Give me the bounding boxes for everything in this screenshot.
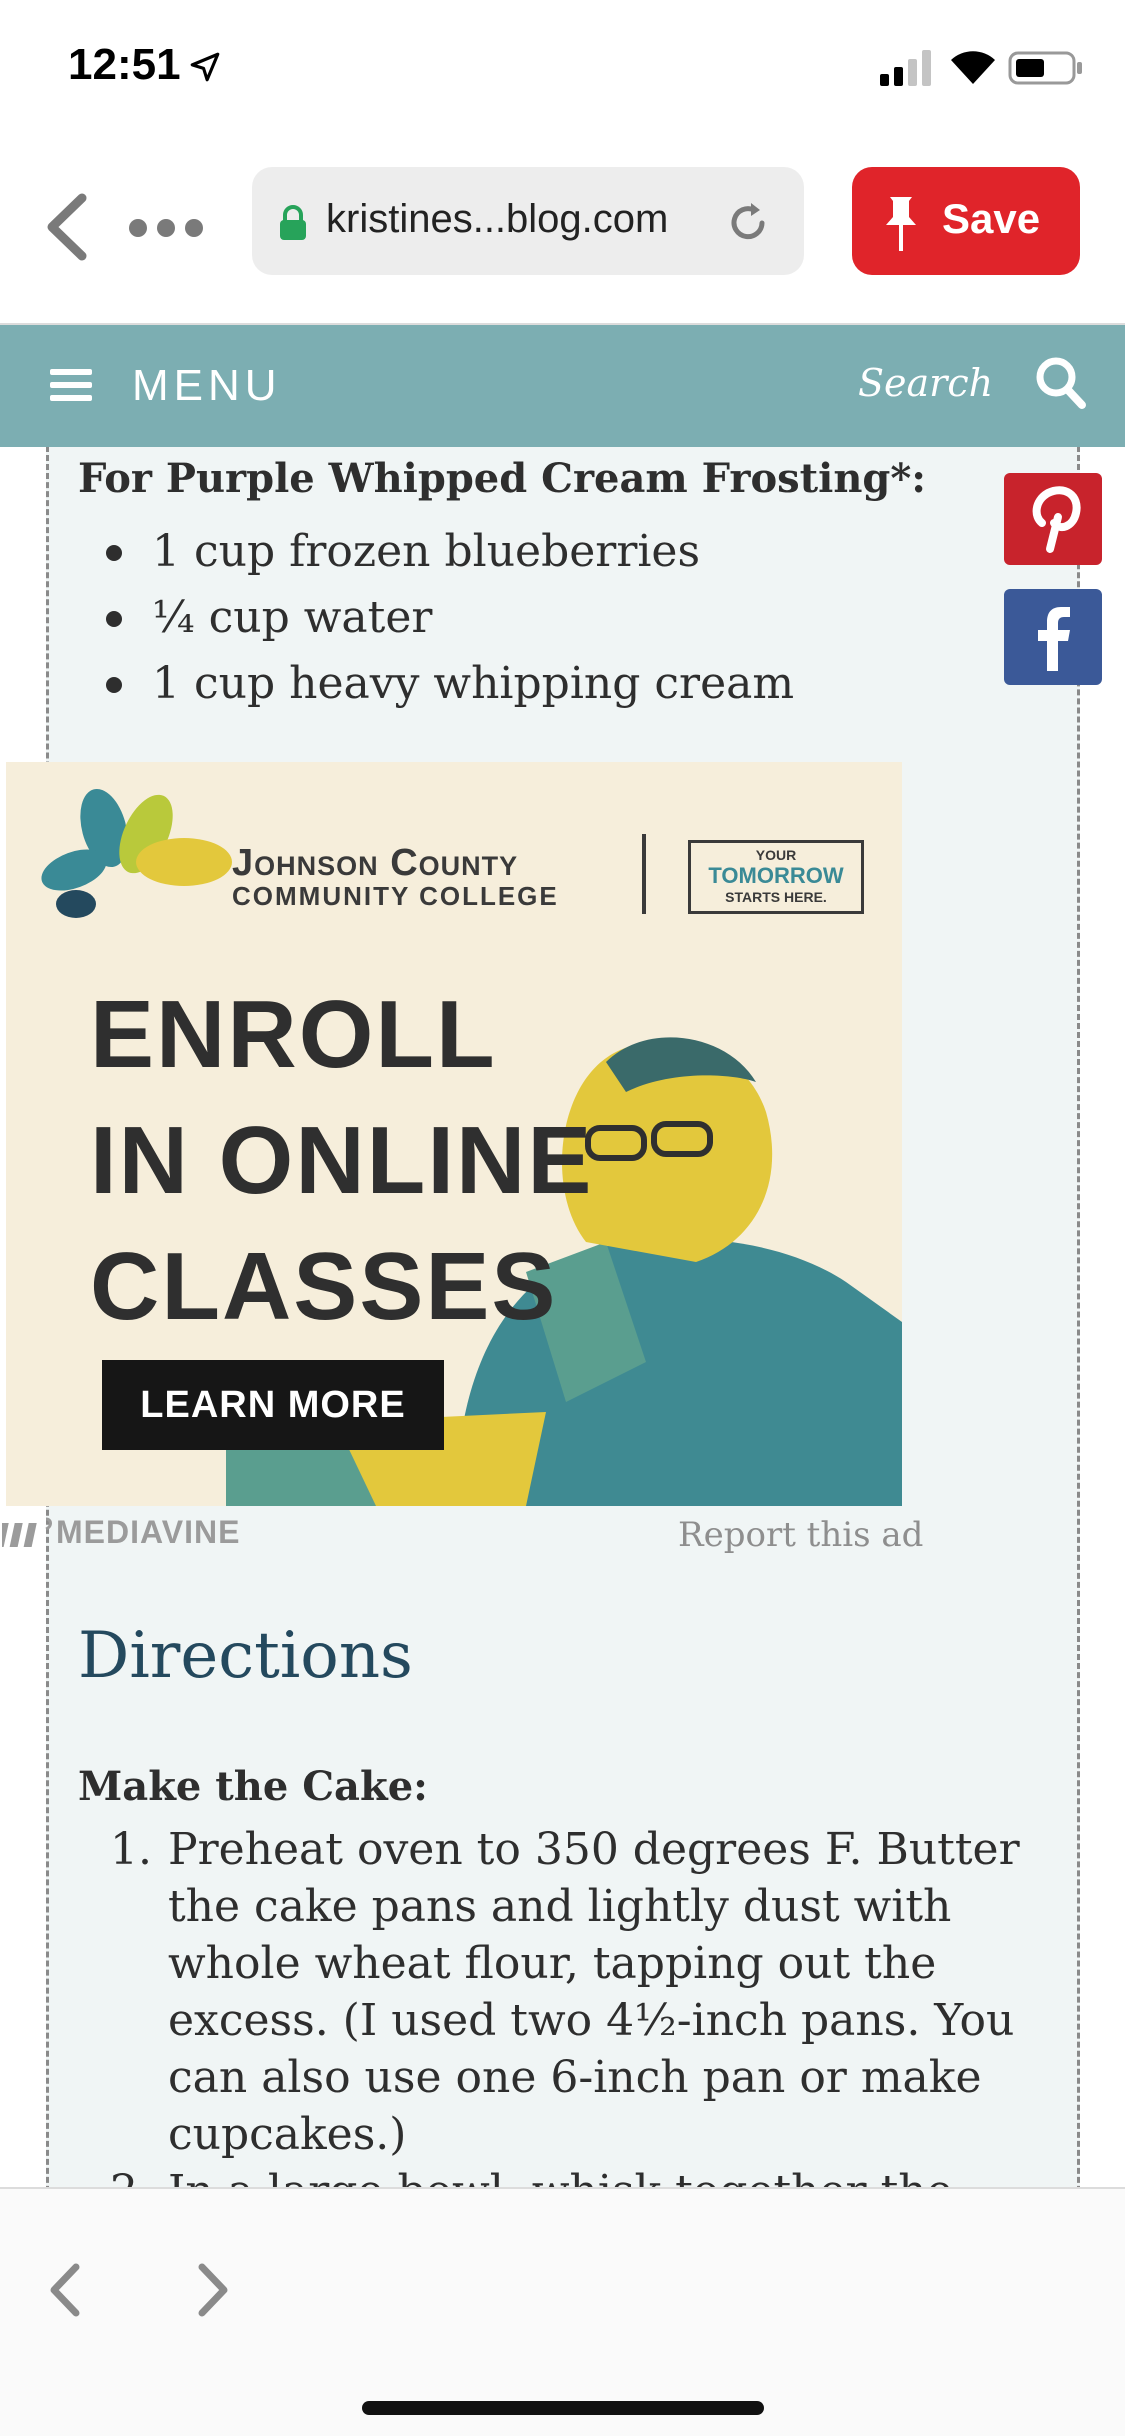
hamburger-menu-icon[interactable] [50,367,92,403]
address-bar[interactable]: kristines...blog.com [252,167,804,275]
url-text: kristines...blog.com [326,197,669,241]
cellular-signal-icon [880,50,931,86]
wifi-icon [951,51,995,84]
pinterest-icon [1032,486,1081,553]
ad-divider [642,834,646,914]
step-text: Preheat oven to 350 degrees F. Butter th… [168,1824,1020,2160]
ingredient-item: ¼ cup water [100,585,794,651]
mediavine-logo[interactable]: MEDIAVINE [2,1512,240,1552]
college-name: Johnson County COMMUNITY COLLEGE [232,842,559,912]
menu-label[interactable]: MENU [132,361,282,411]
site-navigation: MENU Search [0,325,1125,447]
ingredient-list: 1 cup frozen blueberries ¼ cup water 1 c… [100,519,794,717]
step-text: In a large bowl, whisk together the whol… [168,2166,953,2187]
reload-icon[interactable] [724,199,772,247]
location-arrow-icon [190,52,220,82]
learn-more-button[interactable]: LEARN MORE [102,1360,444,1450]
mediavine-label: MEDIAVINE [56,1513,241,1550]
bottom-toolbar [0,2187,1125,2436]
ingredient-item: 1 cup heavy whipping cream [100,651,794,717]
direction-step: 2. In a large bowl, whisk together the w… [96,2163,1056,2187]
save-label: Save [942,195,1041,242]
ingredient-item: 1 cup frozen blueberries [100,519,794,585]
make-the-cake-subheading: Make the Cake: [78,1763,428,1810]
college-name-line2: COMMUNITY COLLEGE [232,881,559,911]
ingredients-subheading: For Purple Whipped Cream Frosting*: [78,455,927,502]
battery-icon [1008,51,1082,85]
search-icon[interactable] [1034,355,1088,411]
ad-headline-line3: CLASSES [90,1233,558,1340]
more-options-icon[interactable] [126,208,206,248]
directions-heading: Directions [78,1619,413,1693]
tagline-top: YOUR [755,847,797,863]
tagline-bottom: STARTS HERE. [725,889,827,905]
ad-headline-line2: IN ONLINE [90,1107,594,1214]
status-bar: 12:51 [0,0,1125,140]
advertisement[interactable]: Johnson County COMMUNITY COLLEGE YOUR TO… [6,762,902,1506]
ad-tagline-box: YOUR TOMORROW STARTS HERE. [688,840,864,914]
home-indicator[interactable] [362,2401,764,2415]
report-ad-link[interactable]: Report this ad [678,1515,923,1555]
ad-headline: ENROLL IN ONLINE CLASSES [90,972,593,1350]
back-chevron-icon[interactable] [40,192,96,262]
mediavine-icon [2,1517,52,1547]
page-content: For Purple Whipped Cream Frosting*: 1 cu… [0,447,1125,2187]
back-arrow-icon[interactable] [46,2261,86,2319]
lock-icon [280,205,306,240]
facebook-icon [1038,607,1070,671]
pinterest-share-button[interactable] [1004,473,1102,565]
direction-step: 1. Preheat oven to 350 degrees F. Butter… [96,1821,1056,2163]
forward-arrow-icon[interactable] [192,2261,232,2319]
facebook-share-button[interactable] [1004,589,1102,685]
pushpin-icon [886,197,916,251]
status-time: 12:51 [68,40,181,89]
directions-list: 1. Preheat oven to 350 degrees F. Butter… [96,1821,1056,2187]
ad-headline-line1: ENROLL [90,981,497,1088]
tagline-middle: TOMORROW [708,863,844,888]
search-input[interactable]: Search [858,361,993,405]
step-number: 2. [96,2163,152,2187]
step-number: 1. [110,1824,152,1875]
browser-toolbar: kristines...blog.com Save [0,140,1125,325]
college-leaf-logo [41,788,232,918]
pinterest-save-button[interactable]: Save [852,167,1080,275]
college-name-line1: Johnson County [232,842,519,884]
